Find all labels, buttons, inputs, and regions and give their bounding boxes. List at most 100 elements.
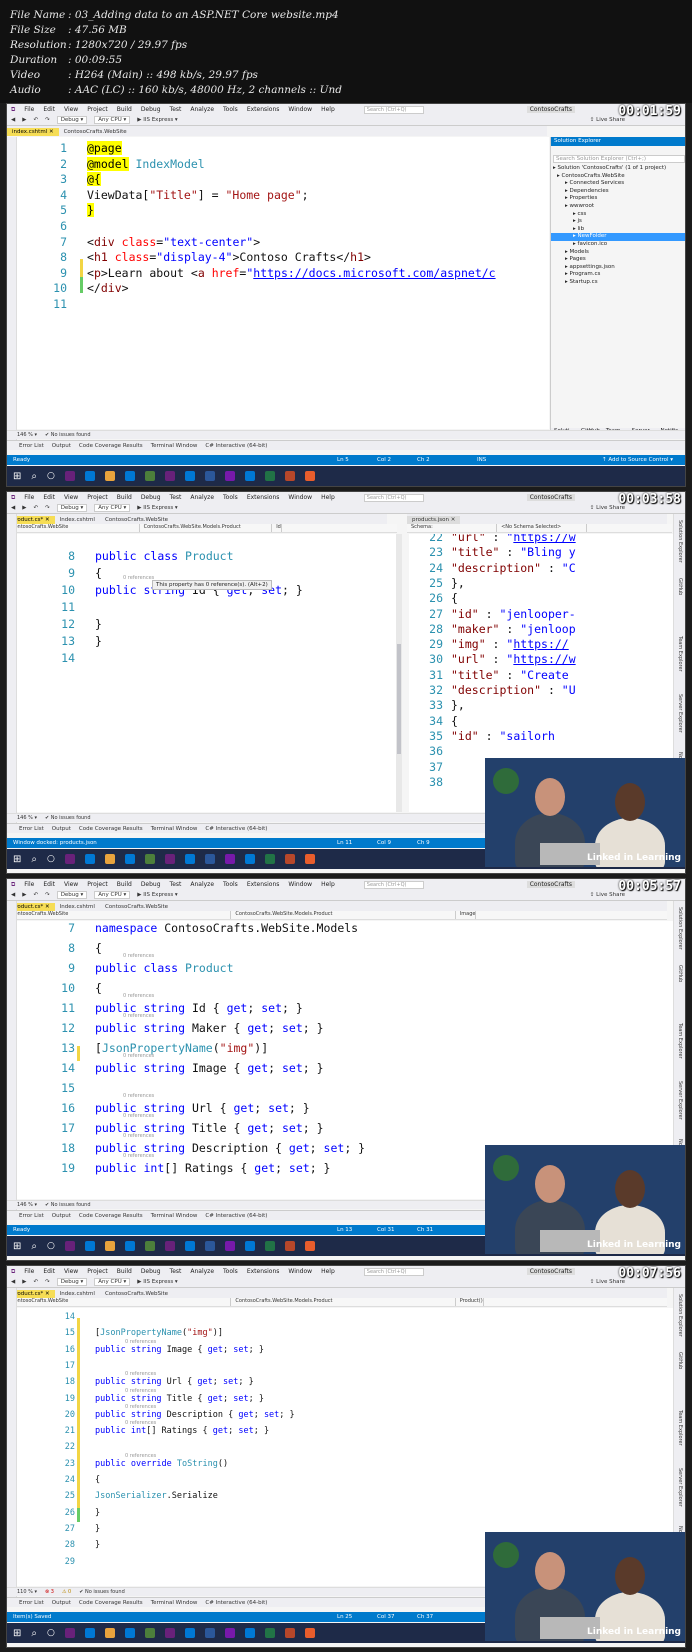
output-tab[interactable]: C# Interactive (64-bit)	[205, 826, 267, 832]
side-tab[interactable]: Team Explorer	[677, 636, 683, 672]
code-line[interactable]: public override ToString()	[95, 1459, 228, 1469]
solution-tree-item[interactable]: ▸ Startup.cs	[551, 279, 685, 287]
menu-item[interactable]: File	[24, 494, 34, 501]
side-tab[interactable]: Server Explorer	[677, 694, 683, 733]
warning-count[interactable]: ⚠ 0	[62, 1589, 71, 1595]
code-line[interactable]: public string Title { get; set; }	[95, 1394, 264, 1404]
side-tab[interactable]: Team Explorer	[677, 1023, 683, 1059]
solution-explorer-search[interactable]: Search Solution Explorer (Ctrl+;)	[553, 155, 685, 163]
taskbar-app-icon[interactable]	[204, 1241, 215, 1251]
output-tab[interactable]: Terminal Window	[151, 826, 198, 832]
menu-item[interactable]: Test	[170, 881, 182, 888]
side-tab[interactable]: GitHub	[677, 1352, 683, 1369]
taskbar-app-icon[interactable]	[84, 854, 95, 864]
solution-tree-item[interactable]: ▸ Program.cs	[551, 271, 685, 279]
codelens-hint[interactable]: 0 references	[123, 1153, 154, 1159]
taskbar-app-icon[interactable]	[104, 471, 115, 481]
side-tab[interactable]: Team Explorer	[677, 1410, 683, 1446]
taskbar-app-icon[interactable]	[244, 1628, 255, 1638]
menu-item[interactable]: Extensions	[247, 1268, 280, 1275]
solution-tree-item[interactable]: ▸ ContosoCrafts.WebSite	[551, 173, 685, 181]
taskbar-app-icon[interactable]	[144, 854, 155, 864]
menu-item[interactable]: View	[64, 1268, 78, 1275]
run-button[interactable]: ▶ IIS Express ▾	[137, 892, 177, 898]
taskbar-app-icon[interactable]	[84, 1628, 95, 1638]
taskbar-app-icon[interactable]	[164, 1628, 175, 1638]
document-tab[interactable]: ContosoCrafts.WebSite	[100, 1290, 173, 1298]
code-line[interactable]: <div class="text-center">	[87, 235, 260, 249]
nav-icon[interactable]: ▶	[22, 117, 26, 123]
platform-select[interactable]: Any CPU ▾	[94, 891, 131, 899]
code-line[interactable]: @model IndexModel	[87, 156, 205, 171]
nav-dropdown[interactable]: <No Schema Selected>	[497, 524, 588, 532]
taskbar-app-icon[interactable]	[264, 1241, 275, 1251]
menu-item[interactable]: File	[24, 1268, 34, 1275]
code-line[interactable]: {	[451, 591, 458, 605]
taskbar-app-icon[interactable]	[244, 854, 255, 864]
menu-item[interactable]: Project	[87, 494, 108, 501]
solution-tree-item[interactable]: ▸ appsettings.json	[551, 264, 685, 272]
nav-icon[interactable]: ↷	[45, 1279, 50, 1285]
task-view-icon[interactable]: ○	[47, 854, 55, 864]
code-line[interactable]: public string Description { get; set; }	[95, 1410, 295, 1420]
menu-item[interactable]: View	[64, 494, 78, 501]
taskbar-app-icon[interactable]	[104, 1241, 115, 1251]
windows-start-icon[interactable]: ⊞	[13, 471, 21, 482]
menu-item[interactable]: Build	[117, 106, 132, 113]
output-tab[interactable]: Output	[52, 1600, 71, 1606]
output-tab[interactable]: C# Interactive (64-bit)	[205, 1213, 267, 1219]
side-tab[interactable]: Server Explorer	[677, 1081, 683, 1120]
solution-tree-item[interactable]: ▸ Models	[551, 249, 685, 257]
output-tab[interactable]: Code Coverage Results	[79, 443, 143, 449]
code-line[interactable]: }	[95, 1508, 100, 1518]
code-line[interactable]: public int[] Ratings { get; set; }	[95, 1161, 330, 1175]
taskbar-app-icon[interactable]	[204, 1628, 215, 1638]
taskbar-app-icon[interactable]	[264, 471, 275, 481]
nav-icon[interactable]: ↶	[33, 117, 38, 123]
taskbar-app-icon[interactable]	[64, 854, 75, 864]
document-tab[interactable]: Index.cshtml	[55, 516, 100, 524]
taskbar-app-icon[interactable]	[304, 1628, 315, 1638]
output-tab[interactable]: Output	[52, 1213, 71, 1219]
menu-item[interactable]: Test	[170, 494, 182, 501]
menu-item[interactable]: Edit	[43, 1268, 55, 1275]
code-editor[interactable]: 1 @page 2 @model IndexModel 3 @{4 ViewData["T…	[17, 137, 549, 429]
run-button[interactable]: ▶ IIS Express ▾	[137, 505, 177, 511]
menu-item[interactable]: Tools	[223, 1268, 238, 1275]
code-line[interactable]: {	[95, 941, 102, 955]
code-line[interactable]: "url" : "https://w	[451, 652, 576, 666]
nav-dropdown[interactable]: Schema:	[407, 524, 498, 532]
code-line[interactable]: ViewData["Title"] = "Home page";	[87, 188, 309, 202]
document-tab[interactable]: ContosoCrafts.WebSite	[59, 128, 132, 136]
menu-item[interactable]: Tools	[223, 881, 238, 888]
nav-icon[interactable]: ▶	[22, 892, 26, 898]
code-line[interactable]: <p>Learn about <a href="https://docs.mic…	[87, 266, 496, 280]
solution-tree-item[interactable]: ▸ NewFolder	[551, 233, 685, 241]
taskbar-app-icon[interactable]	[204, 471, 215, 481]
code-line[interactable]: "id" : "sailorh	[451, 729, 555, 743]
code-line[interactable]: },	[451, 698, 465, 712]
nav-dropdown[interactable]: Product()	[456, 1298, 484, 1306]
menu-item[interactable]: Test	[170, 106, 182, 113]
side-tab[interactable]: Server Explorer	[677, 1468, 683, 1507]
nav-icon[interactable]: ◀	[11, 117, 15, 123]
menu-item[interactable]: Analyze	[190, 106, 214, 113]
code-line[interactable]: @{	[87, 172, 101, 187]
code-line[interactable]: "description" : "U	[451, 683, 576, 697]
code-line[interactable]: public int[] Ratings { get; set; }	[95, 1426, 269, 1436]
nav-icon[interactable]: ↷	[45, 892, 50, 898]
task-view-icon[interactable]: ○	[47, 1241, 55, 1251]
code-line[interactable]: {	[95, 1475, 100, 1485]
code-line[interactable]: public string Maker { get; set; }	[95, 1021, 324, 1035]
platform-select[interactable]: Any CPU ▾	[94, 116, 131, 124]
output-tab[interactable]: C# Interactive (64-bit)	[205, 443, 267, 449]
menu-item[interactable]: Extensions	[247, 881, 280, 888]
code-line[interactable]: public string Image { get; set; }	[95, 1061, 324, 1075]
menu-item[interactable]: Project	[87, 106, 108, 113]
output-tab[interactable]: Code Coverage Results	[79, 826, 143, 832]
output-tab[interactable]: Error List	[19, 1213, 44, 1219]
taskbar-app-icon[interactable]	[224, 1241, 235, 1251]
output-tab[interactable]: Terminal Window	[151, 1600, 198, 1606]
menu-item[interactable]: Window	[288, 881, 312, 888]
code-line[interactable]: }	[87, 203, 94, 218]
